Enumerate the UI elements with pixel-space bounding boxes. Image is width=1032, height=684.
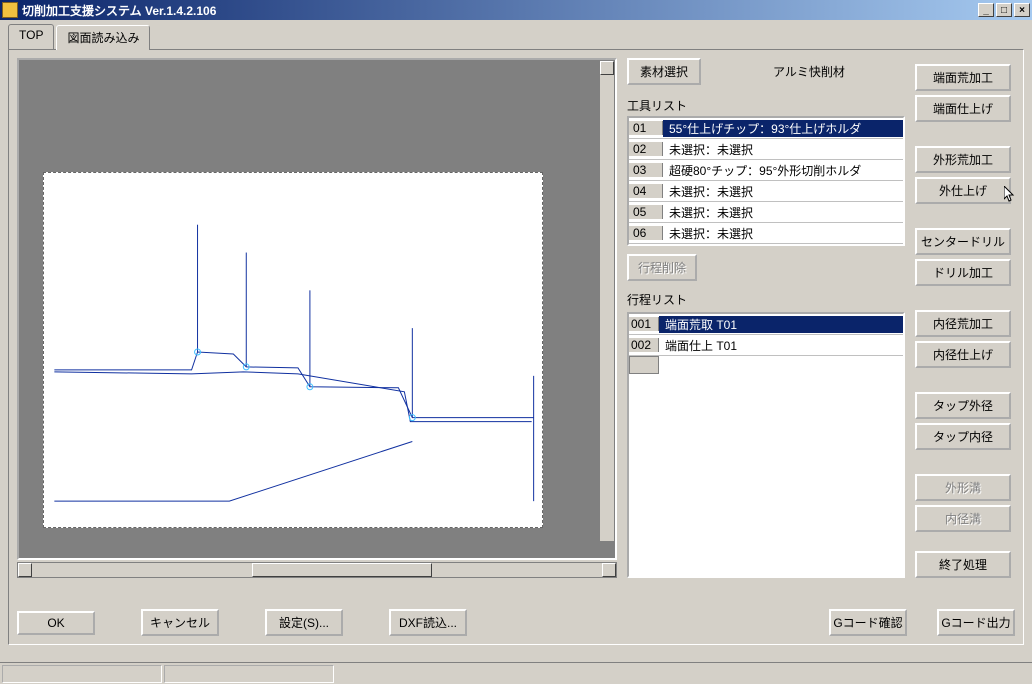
face-rough-button[interactable]: 端面荒加工 — [915, 64, 1011, 91]
inner-groove-button[interactable]: 内径溝 — [915, 505, 1011, 532]
status-cell-2 — [164, 665, 334, 683]
tool-row-desc: 未選択：未選択 — [663, 141, 903, 158]
delete-process-button[interactable]: 行程削除 — [627, 254, 697, 281]
tool-row-number: 05 — [629, 205, 663, 219]
tool-row[interactable]: 03超硬80°チップ：95°外形切削ホルダ — [629, 160, 903, 181]
drawing-horizontal-scrollbar[interactable] — [17, 562, 617, 578]
material-value: アルミ快削材 — [713, 63, 905, 80]
close-button[interactable]: × — [1014, 3, 1030, 17]
tool-row-number: 04 — [629, 184, 663, 198]
main-panel: 素材選択 アルミ快削材 工具リスト 0155°仕上げチップ：93°仕上げホルダ0… — [8, 49, 1024, 645]
end-process-button[interactable]: 終了処理 — [915, 551, 1011, 578]
tool-row[interactable]: 0155°仕上げチップ：93°仕上げホルダ — [629, 118, 903, 139]
process-row[interactable]: 002端面仕上 T01 — [629, 335, 903, 356]
process-row-desc: 端面荒取 T01 — [659, 316, 903, 333]
tool-row-desc: 未選択：未選択 — [663, 204, 903, 221]
tool-row-number: 02 — [629, 142, 663, 156]
process-row-number: 001 — [629, 317, 659, 331]
gcode-output-button[interactable]: Gコード出力 — [937, 609, 1015, 636]
tap-outer-button[interactable]: タップ外径 — [915, 392, 1011, 419]
tool-row[interactable]: 05未選択：未選択 — [629, 202, 903, 223]
tool-row-number: 06 — [629, 226, 663, 240]
dxf-load-button[interactable]: DXF読込... — [389, 609, 467, 636]
tab-top[interactable]: TOP — [8, 24, 54, 49]
drawing-vertical-scrollbar[interactable] — [599, 60, 615, 542]
window-title: 切削加工支援システム Ver.1.4.2.106 — [22, 2, 976, 19]
minimize-button[interactable]: _ — [978, 3, 994, 17]
tap-inner-button[interactable]: タップ内径 — [915, 423, 1011, 450]
operations-panel: 端面荒加工 端面仕上げ 外形荒加工 外仕上げ センタードリル ドリル加工 内径荒… — [915, 58, 1011, 578]
tool-row-number: 03 — [629, 163, 663, 177]
tool-row-number: 01 — [629, 121, 663, 135]
tool-row-desc: 超硬80°チップ：95°外形切削ホルダ — [663, 162, 903, 179]
window-titlebar: 切削加工支援システム Ver.1.4.2.106 _ □ × — [0, 0, 1032, 20]
settings-button[interactable]: 設定(S)... — [265, 609, 343, 636]
material-select-button[interactable]: 素材選択 — [627, 58, 701, 85]
drawing-canvas — [43, 172, 543, 528]
inner-finish-button[interactable]: 内径仕上げ — [915, 341, 1011, 368]
outer-rough-button[interactable]: 外形荒加工 — [915, 146, 1011, 173]
tool-row[interactable]: 04未選択：未選択 — [629, 181, 903, 202]
tool-row-desc: 未選択：未選択 — [663, 183, 903, 200]
tool-row-desc: 55°仕上げチップ：93°仕上げホルダ — [663, 120, 903, 137]
tab-drawing-load[interactable]: 図面読み込み — [56, 25, 150, 50]
face-finish-button[interactable]: 端面仕上げ — [915, 95, 1011, 122]
outer-groove-button[interactable]: 外形溝 — [915, 474, 1011, 501]
tool-list-label: 工具リスト — [627, 97, 905, 114]
inner-rough-button[interactable]: 内径荒加工 — [915, 310, 1011, 337]
gcode-check-button[interactable]: Gコード確認 — [829, 609, 907, 636]
tab-bar: TOP 図面読み込み — [8, 24, 1024, 49]
tool-row-desc: 未選択：未選択 — [663, 225, 903, 242]
app-icon — [2, 2, 18, 18]
process-row-stub — [629, 356, 659, 374]
status-bar — [0, 662, 1032, 684]
outer-finish-button[interactable]: 外仕上げ — [915, 177, 1011, 204]
center-drill-button[interactable]: センタードリル — [915, 228, 1011, 255]
status-cell-1 — [2, 665, 162, 683]
ok-button[interactable]: OK — [17, 611, 95, 635]
process-list[interactable]: 001端面荒取 T01002端面仕上 T01 — [627, 312, 905, 578]
tool-list[interactable]: 0155°仕上げチップ：93°仕上げホルダ02未選択：未選択03超硬80°チップ… — [627, 116, 905, 246]
tool-row[interactable]: 06未選択：未選択 — [629, 223, 903, 244]
drawing-viewport[interactable] — [17, 58, 617, 560]
maximize-button[interactable]: □ — [996, 3, 1012, 17]
process-row[interactable]: 001端面荒取 T01 — [629, 314, 903, 335]
cancel-button[interactable]: キャンセル — [141, 609, 219, 636]
tool-row[interactable]: 02未選択：未選択 — [629, 139, 903, 160]
process-row-number: 002 — [629, 338, 659, 352]
process-row-desc: 端面仕上 T01 — [659, 337, 903, 354]
process-list-label: 行程リスト — [627, 291, 905, 308]
drill-button[interactable]: ドリル加工 — [915, 259, 1011, 286]
